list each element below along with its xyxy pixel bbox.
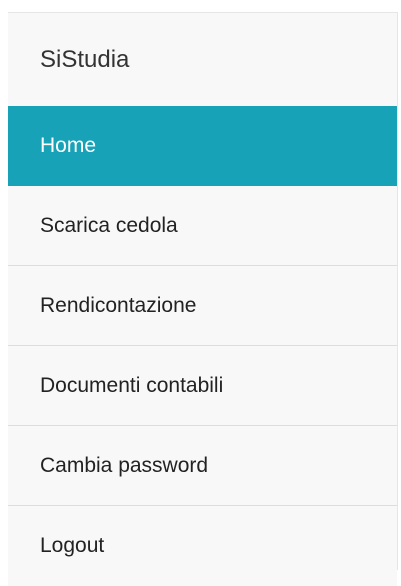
sidebar-item-cambia-password[interactable]: Cambia password — [8, 426, 397, 506]
brand-title[interactable]: SiStudia — [8, 13, 397, 106]
sidebar-item-logout[interactable]: Logout — [8, 506, 397, 586]
sidebar-item-documenti-contabili[interactable]: Documenti contabili — [8, 346, 397, 426]
sidebar-item-scarica-cedola[interactable]: Scarica cedola — [8, 186, 397, 266]
sidebar-nav: Home Scarica cedola Rendicontazione Docu… — [8, 106, 397, 586]
sidebar-item-rendicontazione[interactable]: Rendicontazione — [8, 266, 397, 346]
sidebar: SiStudia Home Scarica cedola Rendicontaz… — [8, 12, 398, 586]
sidebar-item-home[interactable]: Home — [8, 106, 397, 186]
